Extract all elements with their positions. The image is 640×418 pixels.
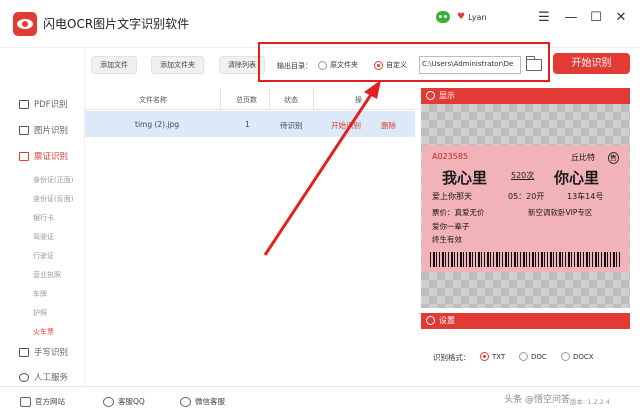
ticket-icon bbox=[19, 151, 29, 161]
eye-icon bbox=[426, 91, 435, 100]
sidebar-sub-passport[interactable]: 护照 bbox=[33, 308, 47, 318]
website-link[interactable]: 官方网站 bbox=[20, 396, 65, 407]
user-area[interactable]: ♥ Lyan bbox=[436, 11, 487, 23]
minimize-button[interactable]: — bbox=[560, 8, 582, 28]
wechat-link[interactable]: 微信客服 bbox=[180, 396, 225, 407]
qq-link[interactable]: 客服QQ bbox=[103, 396, 145, 407]
close-button[interactable]: ✕ bbox=[610, 8, 632, 28]
table-header: 文件名称 总页数 状态 操 bbox=[85, 88, 415, 110]
wechat-service-icon bbox=[180, 396, 191, 407]
sidebar-sub-vehicle-license[interactable]: 行驶证 bbox=[33, 251, 54, 261]
add-folder-button[interactable]: 添加文件夹 bbox=[151, 56, 204, 74]
sidebar-sub-driver-license[interactable]: 驾驶证 bbox=[33, 232, 54, 242]
handwriting-icon bbox=[19, 347, 29, 357]
start-link[interactable]: 开始识别 bbox=[331, 120, 361, 131]
qq-icon bbox=[103, 396, 114, 407]
sidebar-item-handwriting[interactable]: 手写识别 bbox=[19, 346, 68, 358]
maximize-button[interactable]: ☐ bbox=[585, 8, 607, 28]
wechat-icon bbox=[436, 11, 450, 23]
watermark: 头条 @悟空问答 bbox=[504, 395, 570, 405]
format-doc-radio[interactable]: DOC bbox=[519, 352, 547, 361]
sidebar-item-image[interactable]: 图片识别 bbox=[19, 124, 68, 136]
barcode bbox=[430, 252, 620, 267]
table-row[interactable]: timg (2).jpg 1 待识别 开始识别 删除 bbox=[85, 111, 415, 137]
delete-link[interactable]: 删除 bbox=[381, 120, 396, 131]
preview-header: 显示 bbox=[421, 88, 630, 104]
sidebar-sub-idcard-front[interactable]: 身份证(正面) bbox=[33, 175, 73, 185]
sidebar-item-human-service[interactable]: 人工服务 bbox=[19, 371, 68, 383]
title-bar: 闪电OCR图片文字识别软件 ♥ Lyan ☰ — ☐ ✕ bbox=[0, 0, 640, 48]
pdf-icon bbox=[19, 99, 29, 109]
gear-icon bbox=[426, 316, 435, 325]
col-name: 文件名称 bbox=[139, 96, 167, 104]
cell-name: timg (2).jpg bbox=[135, 120, 180, 129]
app-logo-icon bbox=[13, 12, 37, 36]
format-txt-radio[interactable]: TXT bbox=[480, 352, 505, 361]
cell-pages: 1 bbox=[245, 120, 250, 129]
sidebar-sub-plate[interactable]: 车牌 bbox=[33, 289, 47, 299]
cell-status: 待识别 bbox=[280, 121, 303, 130]
app-title: 闪电OCR图片文字识别软件 bbox=[43, 17, 190, 31]
menu-icon[interactable]: ☰ bbox=[533, 8, 555, 28]
service-icon bbox=[19, 372, 29, 382]
format-label: 识别格式： bbox=[433, 353, 471, 362]
sidebar-sub-train-ticket[interactable]: 火车票 bbox=[33, 327, 54, 337]
train-ticket-image: A023585 丘比特 售 我心里 520次 你心里 爱上你那天 05：20开 … bbox=[422, 145, 629, 272]
col-action: 操 bbox=[355, 96, 362, 104]
settings-header: 设置 bbox=[421, 313, 630, 329]
col-pages: 总页数 bbox=[236, 96, 257, 104]
add-file-button[interactable]: 添加文件 bbox=[91, 56, 137, 74]
sidebar-sub-business-license[interactable]: 营业执照 bbox=[33, 270, 61, 280]
user-name: Lyan bbox=[468, 12, 487, 22]
sidebar: PDF识别 图片识别 票证识别 身份证(正面) 身份证(反面) 银行卡 驾驶证 … bbox=[0, 48, 85, 386]
sidebar-item-pdf[interactable]: PDF识别 bbox=[19, 98, 68, 110]
heart-icon: ♥ bbox=[457, 12, 466, 22]
sidebar-sub-idcard-back[interactable]: 身份证(反面) bbox=[33, 194, 73, 204]
format-docx-radio[interactable]: DOCX bbox=[561, 352, 594, 361]
col-status: 状态 bbox=[284, 96, 298, 104]
monitor-icon bbox=[20, 396, 31, 407]
sidebar-item-ticket[interactable]: 票证识别 bbox=[19, 150, 68, 162]
start-recognition-button[interactable]: 开始识别 bbox=[553, 53, 630, 74]
image-icon bbox=[19, 125, 29, 135]
sidebar-sub-bankcard[interactable]: 银行卡 bbox=[33, 213, 54, 223]
version-text: 版本: 1.2.2.4 bbox=[570, 398, 610, 406]
annotation-box bbox=[258, 42, 550, 82]
